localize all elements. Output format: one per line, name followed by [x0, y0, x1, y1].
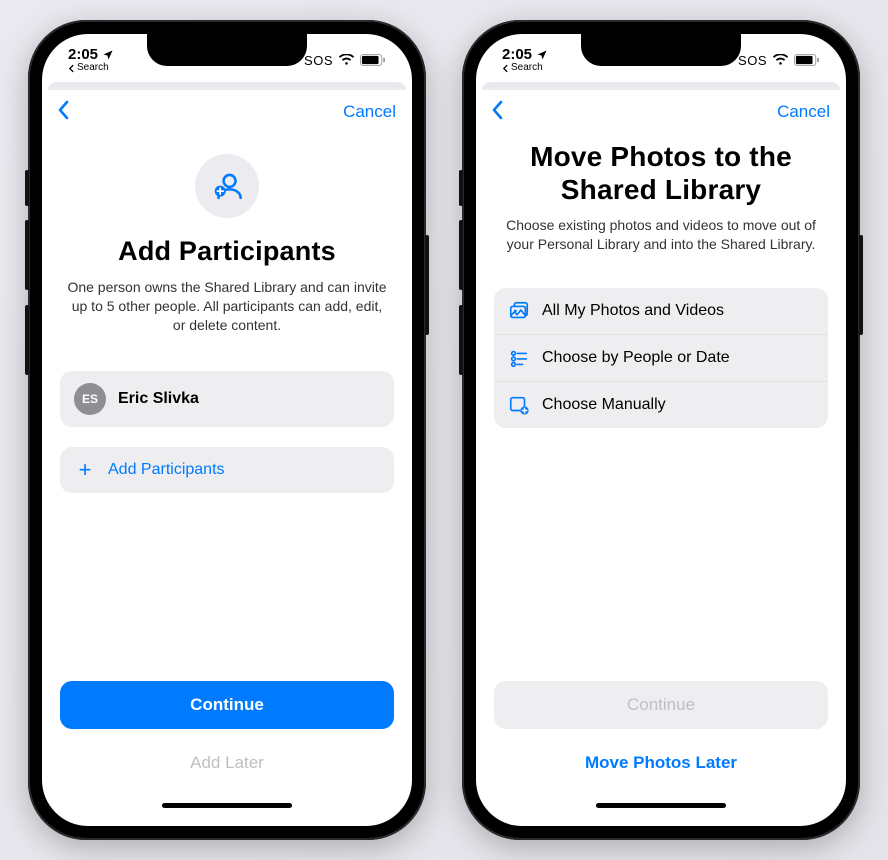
battery-icon: [360, 54, 386, 66]
back-to-search[interactable]: Search: [502, 63, 548, 73]
add-participants-group: + Add Participants: [60, 447, 394, 493]
option-label: All My Photos and Videos: [542, 302, 724, 320]
sos-indicator: SOS: [304, 53, 333, 68]
photos-stack-icon: [508, 300, 530, 322]
back-to-search[interactable]: Search: [68, 63, 114, 73]
status-time: 2:05: [502, 47, 532, 62]
battery-icon: [794, 54, 820, 66]
photo-add-icon: [508, 394, 530, 416]
phone-right: 2:05 Search SOS Cancel Move Pho: [462, 20, 860, 840]
move-options-list: All My Photos and Videos Choose by Peopl…: [494, 288, 828, 428]
chevron-left-icon: [492, 100, 504, 120]
home-indicator[interactable]: [162, 803, 292, 808]
chevron-left-icon: [502, 64, 509, 73]
wifi-icon: [338, 54, 355, 66]
participant-list: ES Eric Slivka: [60, 371, 394, 427]
avatar: ES: [74, 383, 106, 415]
screen-left: 2:05 Search SOS Cancel: [42, 34, 412, 826]
sheet-background-peek: [482, 82, 840, 90]
notch: [581, 34, 741, 66]
cancel-button[interactable]: Cancel: [777, 102, 830, 122]
location-arrow-icon: [536, 49, 548, 61]
option-manual[interactable]: Choose Manually: [494, 382, 828, 428]
wifi-icon: [772, 54, 789, 66]
move-later-button[interactable]: Move Photos Later: [494, 739, 828, 787]
option-label: Choose by People or Date: [542, 349, 730, 367]
add-participants-row[interactable]: + Add Participants: [60, 447, 394, 493]
participant-name: Eric Slivka: [118, 390, 199, 408]
continue-button: Continue: [494, 681, 828, 729]
status-time: 2:05: [68, 47, 98, 62]
location-arrow-icon: [102, 49, 114, 61]
notch: [147, 34, 307, 66]
option-label: Choose Manually: [542, 396, 666, 414]
chevron-left-icon: [68, 64, 75, 73]
nav-bar: Cancel: [42, 90, 412, 134]
sheet-background-peek: [48, 82, 406, 90]
add-later-button[interactable]: Add Later: [60, 739, 394, 787]
phone-left: 2:05 Search SOS Cancel: [28, 20, 426, 840]
add-participant-icon: [210, 169, 244, 203]
sos-indicator: SOS: [738, 53, 767, 68]
hero-icon-circle: [195, 154, 259, 218]
page-subtitle: One person owns the Shared Library and c…: [60, 278, 394, 335]
page-title: Add Participants: [118, 236, 336, 268]
option-by-people-date[interactable]: Choose by People or Date: [494, 335, 828, 382]
option-all-photos[interactable]: All My Photos and Videos: [494, 288, 828, 335]
screen-right: 2:05 Search SOS Cancel Move Pho: [476, 34, 846, 826]
continue-button[interactable]: Continue: [60, 681, 394, 729]
filter-icon: [508, 347, 530, 369]
cancel-button[interactable]: Cancel: [343, 102, 396, 122]
nav-bar: Cancel: [476, 90, 846, 134]
back-button[interactable]: [492, 100, 504, 125]
back-button[interactable]: [58, 100, 70, 125]
plus-icon: +: [74, 459, 96, 481]
page-subtitle: Choose existing photos and videos to mov…: [494, 216, 828, 254]
chevron-left-icon: [58, 100, 70, 120]
participant-row[interactable]: ES Eric Slivka: [60, 371, 394, 427]
add-participants-label: Add Participants: [108, 461, 225, 479]
page-title: Move Photos to the Shared Library: [494, 140, 828, 206]
home-indicator[interactable]: [596, 803, 726, 808]
